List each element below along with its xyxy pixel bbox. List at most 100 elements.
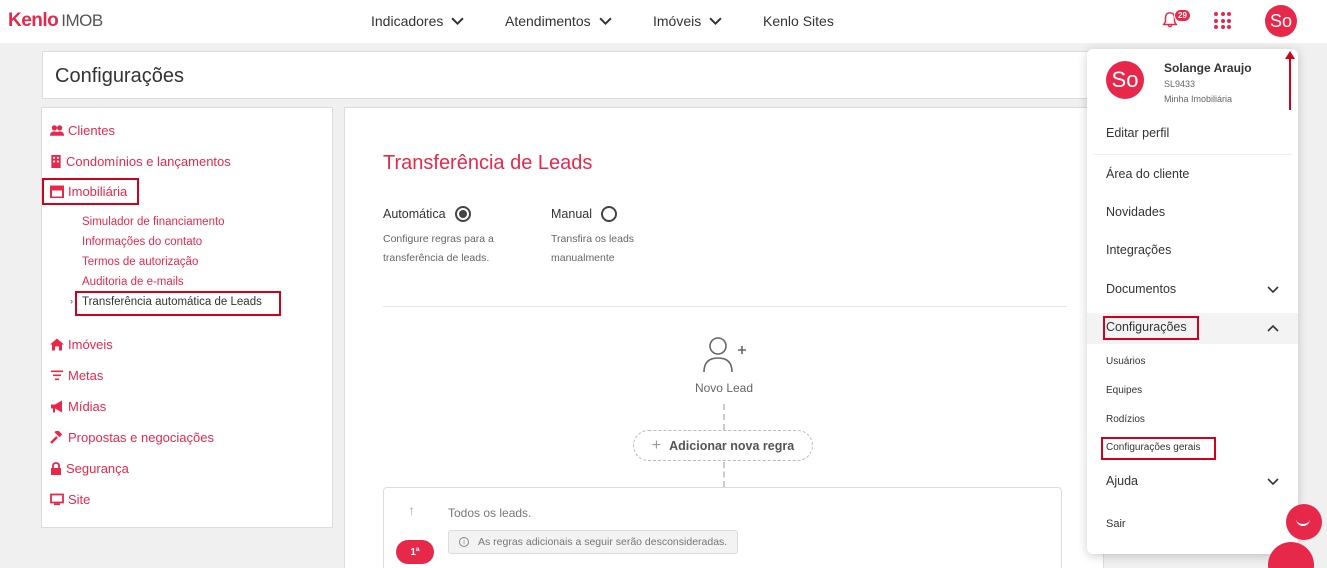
rule-card: ↑ Todos os leads. 1ª i As regras adicion… xyxy=(383,487,1062,568)
megaphone-icon xyxy=(51,400,62,413)
option-label: Manual xyxy=(551,207,592,221)
nav-atendimentos[interactable]: Atendimentos xyxy=(505,13,612,29)
menu-equipes[interactable]: Equipes xyxy=(1106,385,1142,396)
users-icon xyxy=(50,125,64,136)
sidebar-item-label: Site xyxy=(68,492,91,507)
nav-label: Kenlo Sites xyxy=(763,13,834,29)
logo-suffix: IMOB xyxy=(61,11,103,30)
sidebar-item-label: Clientes xyxy=(68,123,115,138)
radio-manual[interactable] xyxy=(601,206,617,222)
page-title: Configurações xyxy=(55,65,184,87)
subitem-termos[interactable]: Termos de autorização xyxy=(82,256,198,268)
flow-connector xyxy=(723,404,725,430)
add-rule-button[interactable]: + Adicionar nova regra xyxy=(633,430,813,461)
sidebar-item-midias[interactable]: Mídias xyxy=(50,399,106,414)
notification-badge: 29 xyxy=(1174,9,1191,22)
chevron-down-icon xyxy=(1267,286,1279,294)
option-manual[interactable]: Manual xyxy=(551,206,617,222)
novo-lead-label: Novo Lead xyxy=(694,381,754,395)
subitem-informacoes-contato[interactable]: Informações do contato xyxy=(82,236,202,248)
lock-icon xyxy=(51,462,61,475)
main-panel: Transferência de Leads Automática Config… xyxy=(344,107,1104,568)
menu-integracoes[interactable]: Integrações xyxy=(1106,243,1171,257)
rules-note: i As regras adicionais a seguir serão de… xyxy=(448,530,739,554)
settings-sidebar: Clientes Condomínios e lançamentos Imobi… xyxy=(41,107,333,528)
nav-imoveis[interactable]: Imóveis xyxy=(653,13,722,29)
menu-sair[interactable]: Sair xyxy=(1106,518,1126,530)
user-avatar-button[interactable]: So xyxy=(1265,5,1297,37)
info-icon: i xyxy=(459,537,469,547)
rule-rank-badge: 1ª xyxy=(396,540,434,564)
option-label: Automática xyxy=(383,207,446,221)
chat-button[interactable] xyxy=(1286,504,1322,540)
sidebar-item-label: Mídias xyxy=(68,399,107,414)
menu-novidades[interactable]: Novidades xyxy=(1106,205,1165,219)
arrow-up-icon[interactable]: ↑ xyxy=(408,502,415,518)
option-manual-desc: Transfira os leads manualmente xyxy=(551,233,635,264)
sidebar-item-label: Condomínios e lançamentos xyxy=(66,154,231,169)
menu-area-cliente[interactable]: Área do cliente xyxy=(1106,167,1189,181)
highlight-box xyxy=(1103,316,1199,340)
active-caret-icon: › xyxy=(70,296,73,306)
home-icon xyxy=(50,338,64,351)
sidebar-item-clientes[interactable]: Clientes xyxy=(50,123,115,138)
top-navbar: Kenlo IMOB Indicadores Atendimentos Imóve… xyxy=(0,0,1327,43)
nav-label: Imóveis xyxy=(653,13,702,29)
option-automatica[interactable]: Automática xyxy=(383,206,471,222)
highlight-box xyxy=(42,178,139,205)
radio-automatica[interactable] xyxy=(454,206,471,222)
rule-condition: Todos os leads. xyxy=(448,506,532,520)
menu-editar-perfil[interactable]: Editar perfil xyxy=(1106,126,1169,140)
option-automatica-desc: Configure regras para a transferência de… xyxy=(383,233,494,264)
user-company: Minha Imobiliária xyxy=(1164,94,1233,104)
chevron-down-icon xyxy=(451,17,464,25)
annotation-arrow xyxy=(1285,51,1295,110)
add-rule-label: Adicionar nova regra xyxy=(669,438,795,453)
gavel-icon xyxy=(50,431,63,444)
section-title: Transferência de Leads xyxy=(383,152,593,174)
nav-label: Atendimentos xyxy=(505,13,591,29)
sidebar-item-label: Propostas e negociações xyxy=(68,430,214,445)
add-user-icon xyxy=(703,337,746,373)
menu-ajuda[interactable]: Ajuda xyxy=(1106,474,1138,488)
divider xyxy=(383,306,1067,307)
sidebar-item-site[interactable]: Site xyxy=(50,492,90,507)
menu-documentos[interactable]: Documentos xyxy=(1106,282,1176,296)
highlight-box xyxy=(75,291,281,316)
nav-indicadores[interactable]: Indicadores xyxy=(371,13,464,29)
sidebar-item-seguranca[interactable]: Segurança xyxy=(50,461,129,476)
logo-text: Kenlo xyxy=(8,10,59,31)
chevron-down-icon xyxy=(599,17,612,25)
user-name: Solange Araujo xyxy=(1164,61,1252,75)
plus-icon: + xyxy=(651,436,662,454)
sidebar-item-label: Imóveis xyxy=(68,337,113,352)
chevron-up-icon xyxy=(1267,324,1279,332)
page-title-bar: Configurações xyxy=(42,51,1102,99)
rules-note-text: As regras adicionais a seguir serão desc… xyxy=(478,536,728,548)
kenlo-logo[interactable]: Kenlo IMOB xyxy=(8,10,103,32)
sidebar-item-imoveis[interactable]: Imóveis xyxy=(50,337,113,352)
subitem-auditoria[interactable]: Auditoria de e-mails xyxy=(82,276,184,288)
divider xyxy=(1094,154,1292,155)
subitem-simulador[interactable]: Simulador de financiamento xyxy=(82,216,225,228)
menu-usuarios[interactable]: Usuários xyxy=(1106,356,1145,367)
chevron-down-icon xyxy=(709,17,722,25)
monitor-icon xyxy=(50,493,64,506)
profile-dropdown: So Solange Araujo SL9433 Minha Imobiliár… xyxy=(1087,49,1298,554)
nav-kenlo-sites[interactable]: Kenlo Sites xyxy=(763,13,834,29)
sidebar-item-propostas[interactable]: Propostas e negociações xyxy=(50,430,214,445)
building-icon xyxy=(51,155,61,168)
flow-connector xyxy=(723,462,725,487)
sidebar-item-metas[interactable]: Metas xyxy=(50,368,103,383)
sidebar-item-condominios[interactable]: Condomínios e lançamentos xyxy=(50,154,231,169)
sidebar-item-label: Segurança xyxy=(66,461,129,476)
filter-icon xyxy=(51,370,63,381)
sidebar-item-label: Metas xyxy=(68,368,104,383)
nav-label: Indicadores xyxy=(371,13,444,29)
avatar: So xyxy=(1106,61,1144,99)
user-code: SL9433 xyxy=(1164,79,1196,89)
menu-rodizios[interactable]: Rodízios xyxy=(1106,414,1145,425)
highlight-box xyxy=(1101,437,1216,460)
apps-grid-icon[interactable] xyxy=(1214,12,1231,29)
chevron-down-icon xyxy=(1267,478,1279,486)
